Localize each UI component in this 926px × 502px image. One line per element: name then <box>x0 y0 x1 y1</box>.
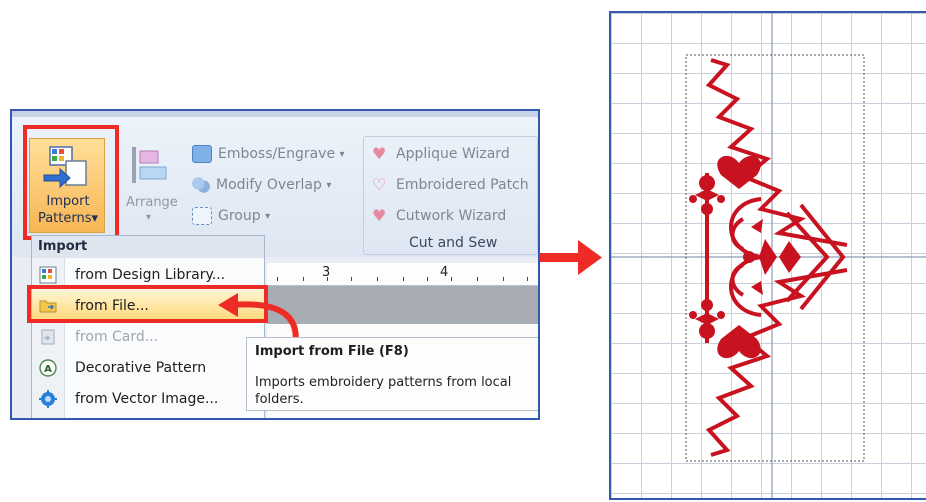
card-icon <box>41 329 55 344</box>
applique-heart-icon: ♥ <box>372 144 387 163</box>
design-library-icon <box>39 266 57 283</box>
embroidery-canvas-grid <box>609 11 926 500</box>
tooltip-description: Imports embroidery patterns from local f… <box>255 375 512 407</box>
embroidery-design-preview <box>611 13 926 498</box>
cutwork-wizard-button[interactable]: ♥ Cutwork Wizard <box>372 205 506 227</box>
embroidered-patch-button[interactable]: ♡ Embroidered Patch <box>372 174 529 196</box>
group-icon <box>192 207 212 225</box>
cutwork-heart-icon: ♥ <box>372 206 387 225</box>
right-arrow-icon <box>540 240 602 275</box>
arrange-button[interactable]: Arrange <box>126 195 178 210</box>
ruler-mark-4: 4 <box>440 265 449 280</box>
vector-image-icon <box>39 389 57 408</box>
group-button[interactable]: Group ▾ <box>192 205 270 227</box>
import-menu-header: Import <box>32 236 264 258</box>
patch-heart-icon: ♡ <box>372 175 387 194</box>
menu-item-from-vector-image[interactable]: from Vector Image... <box>32 383 264 414</box>
highlight-box-import-patterns <box>23 125 119 240</box>
modify-overlap-icon <box>192 177 210 193</box>
import-from-file-tooltip: Import from File (F8) Imports embroidery… <box>246 337 538 411</box>
cut-and-sew-group-title: Cut and Sew <box>409 235 498 251</box>
emboss-engrave-icon <box>192 145 212 163</box>
ruler-mark-3: 3 <box>322 265 331 280</box>
decorative-pattern-icon: A <box>39 358 57 377</box>
menu-item-decorative-pattern[interactable]: A Decorative Pattern <box>32 352 264 383</box>
arrange-icon <box>132 147 167 183</box>
modify-overlap-button[interactable]: Modify Overlap ▾ <box>192 174 331 196</box>
emboss-engrave-button[interactable]: Emboss/Engrave ▾ <box>192 143 345 165</box>
import-ribbon-screenshot: Import Patterns▾ Arrange ▾ Emboss/Engrav… <box>10 109 540 420</box>
svg-text:A: A <box>44 364 52 375</box>
ribbon-top-edge <box>12 111 538 117</box>
applique-wizard-button[interactable]: ♥ Applique Wizard <box>372 143 510 165</box>
arrange-dropdown-icon: ▾ <box>146 212 152 223</box>
tooltip-title: Import from File (F8) <box>255 344 409 359</box>
